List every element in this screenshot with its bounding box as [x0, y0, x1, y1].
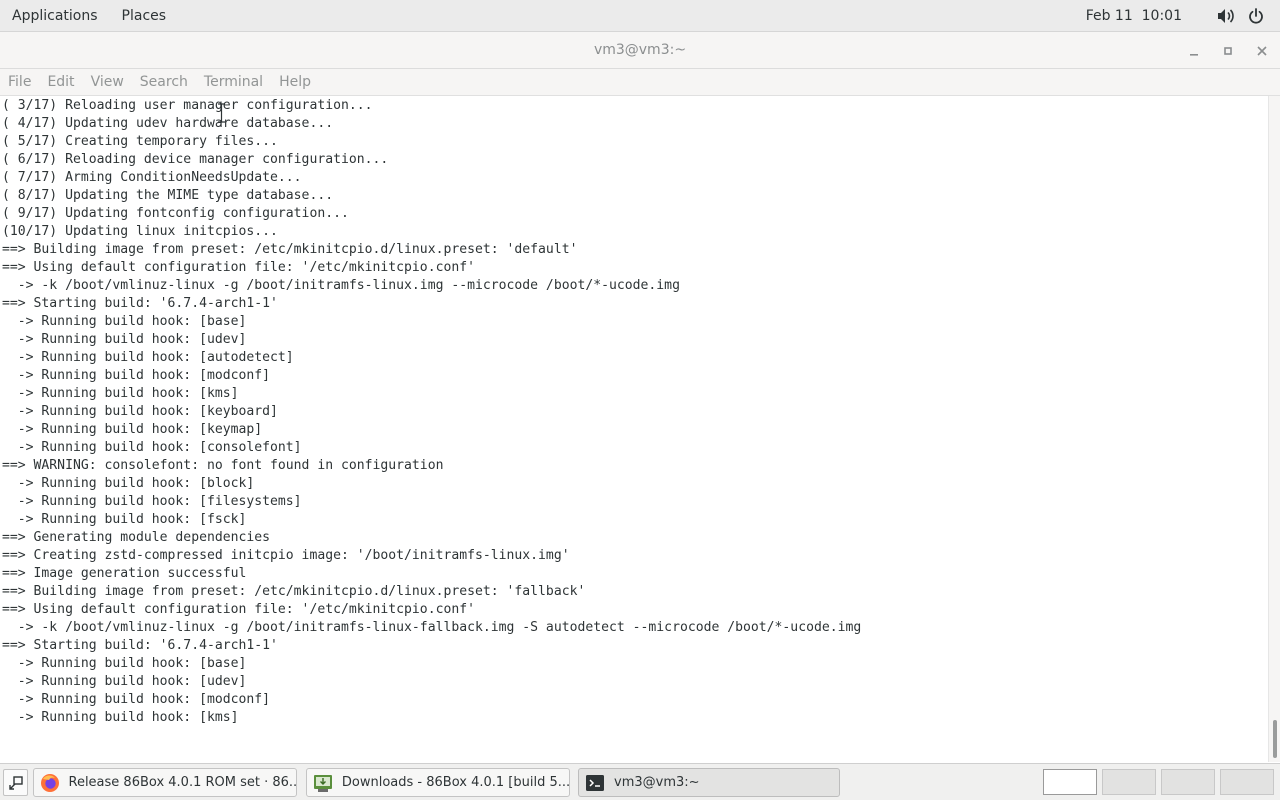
terminal-line: -> Running build hook: [keymap]: [2, 422, 263, 437]
menu-view[interactable]: View: [83, 69, 132, 95]
close-button[interactable]: [1251, 40, 1273, 62]
clock[interactable]: Feb 11 10:01: [1086, 8, 1182, 24]
panel-menus: Applications Places: [0, 0, 178, 32]
task-label: vm3@vm3:~: [614, 775, 700, 790]
window-titlebar[interactable]: vm3@vm3:~: [0, 32, 1280, 69]
terminal-line: ( 7/17) Arming ConditionNeedsUpdate...: [2, 170, 302, 185]
terminal-line: -> Running build hook: [base]: [2, 314, 247, 329]
terminal-line: ( 8/17) Updating the MIME type database.…: [2, 188, 334, 203]
terminal-scrollbar[interactable]: [1268, 96, 1280, 762]
window-title: vm3@vm3:~: [593, 42, 687, 58]
minimize-button[interactable]: [1183, 40, 1205, 62]
terminal-line: -> Running build hook: [fsck]: [2, 512, 247, 527]
terminal-line: -> Running build hook: [udev]: [2, 674, 247, 689]
menu-help[interactable]: Help: [271, 69, 319, 95]
terminal-line: -> Running build hook: [consolefont]: [2, 440, 302, 455]
task-label: Release 86Box 4.0.1 ROM set · 86...: [68, 775, 297, 790]
task-firefox[interactable]: Release 86Box 4.0.1 ROM set · 86...: [33, 768, 297, 797]
text-cursor-icon: [217, 103, 226, 123]
downloads-app-icon: [312, 772, 334, 794]
menu-terminal[interactable]: Terminal: [196, 69, 271, 95]
minimize-icon: [1190, 54, 1198, 56]
terminal-line: ( 4/17) Updating udev hardware database.…: [2, 116, 334, 131]
terminal-line: -> Running build hook: [base]: [2, 656, 247, 671]
bottom-taskbar: Release 86Box 4.0.1 ROM set · 86... Down…: [0, 763, 1280, 800]
terminal-line: -> Running build hook: [autodetect]: [2, 350, 294, 365]
terminal-line: ==> Creating zstd-compressed initcpio im…: [2, 548, 570, 563]
workspace-3[interactable]: [1161, 769, 1215, 795]
terminal-line: ==> Using default configuration file: '/…: [2, 260, 475, 275]
scrollbar-thumb[interactable]: [1273, 720, 1277, 758]
menu-file[interactable]: File: [0, 69, 39, 95]
task-label: Downloads - 86Box 4.0.1 [build 5...: [341, 775, 569, 790]
terminal-line: -> Running build hook: [kms]: [2, 386, 239, 401]
terminal-line: ==> WARNING: consolefont: no font found …: [2, 458, 444, 473]
terminal-line: -> Running build hook: [block]: [2, 476, 255, 491]
task-terminal[interactable]: vm3@vm3:~: [578, 768, 840, 797]
terminal-line: (10/17) Updating linux initcpios...: [2, 224, 278, 239]
maximize-button[interactable]: [1217, 40, 1239, 62]
terminal-line: ==> Starting build: '6.7.4-arch1-1': [2, 296, 278, 311]
close-icon: [1257, 46, 1267, 56]
terminal-menubar: File Edit View Search Terminal Help: [0, 69, 1280, 96]
terminal-line: ==> Building image from preset: /etc/mki…: [2, 242, 578, 257]
panel-status-area: Feb 11 10:01: [1086, 0, 1280, 32]
terminal-line: ==> Building image from preset: /etc/mki…: [2, 584, 586, 599]
terminal-line: -> Running build hook: [filesystems]: [2, 494, 302, 509]
terminal-line: -> Running build hook: [modconf]: [2, 368, 271, 383]
terminal-line: -> -k /boot/vmlinuz-linux -g /boot/initr…: [2, 620, 862, 635]
terminal-line: ==> Image generation successful: [2, 566, 247, 581]
applications-menu[interactable]: Applications: [0, 0, 110, 32]
terminal-line: -> Running build hook: [keyboard]: [2, 404, 278, 419]
terminal-output[interactable]: ( 3/17) Reloading user manager configura…: [0, 96, 1268, 762]
workspace-2[interactable]: [1102, 769, 1156, 795]
show-desktop-icon: [8, 775, 23, 790]
terminal-line: ==> Starting build: '6.7.4-arch1-1': [2, 638, 278, 653]
top-panel: Applications Places Feb 11 10:01: [0, 0, 1280, 32]
menu-edit[interactable]: Edit: [39, 69, 82, 95]
menu-search[interactable]: Search: [132, 69, 196, 95]
terminal-line: -> -k /boot/vmlinuz-linux -g /boot/initr…: [2, 278, 680, 293]
volume-icon[interactable]: [1216, 6, 1236, 26]
terminal-line: -> Running build hook: [modconf]: [2, 692, 271, 707]
terminal-line: ( 6/17) Reloading device manager configu…: [2, 152, 389, 167]
terminal-line: -> Running build hook: [kms]: [2, 710, 239, 725]
show-desktop-button[interactable]: [3, 769, 28, 796]
terminal-line: ==> Using default configuration file: '/…: [2, 602, 475, 617]
workspace-4[interactable]: [1220, 769, 1274, 795]
terminal-line: ==> Generating module dependencies: [2, 530, 271, 545]
terminal-lines: ( 3/17) Reloading user manager configura…: [0, 96, 1268, 727]
maximize-icon: [1224, 47, 1232, 55]
power-icon[interactable]: [1246, 6, 1266, 26]
workspace-1[interactable]: [1043, 769, 1097, 795]
terminal-line: ( 9/17) Updating fontconfig configuratio…: [2, 206, 349, 221]
firefox-icon: [39, 772, 61, 794]
terminal-line: ( 5/17) Creating temporary files...: [2, 134, 278, 149]
places-menu[interactable]: Places: [110, 0, 179, 32]
terminal-icon: [584, 772, 606, 794]
task-downloads[interactable]: Downloads - 86Box 4.0.1 [build 5...: [306, 768, 570, 797]
terminal-line: ( 3/17) Reloading user manager configura…: [2, 98, 373, 113]
terminal-line: -> Running build hook: [udev]: [2, 332, 247, 347]
